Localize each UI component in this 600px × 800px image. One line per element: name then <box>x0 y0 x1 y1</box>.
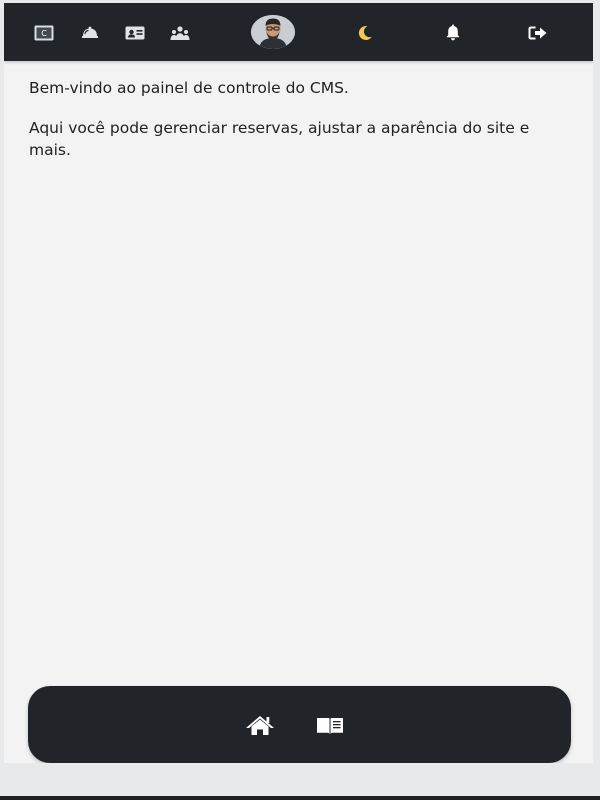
contact-card-icon[interactable] <box>125 24 145 42</box>
dark-mode-icon[interactable] <box>354 24 374 42</box>
description-text: Aqui você pode gerenciar reservas, ajust… <box>29 119 530 159</box>
bottom-navigation-bar <box>28 686 571 763</box>
bookings-icon[interactable] <box>80 24 100 42</box>
user-avatar[interactable] <box>251 15 295 49</box>
welcome-text: Bem-vindo ao painel de controle do CMS. <box>29 79 349 97</box>
notifications-icon[interactable] <box>443 24 463 42</box>
book-icon[interactable] <box>314 714 346 736</box>
app-window: C Bem-vindo ao painel de controle do CMS… <box>4 3 593 763</box>
logout-icon[interactable] <box>528 24 548 42</box>
users-icon[interactable] <box>170 24 190 42</box>
cms-icon-text: C <box>41 29 47 38</box>
window-bottom-edge <box>0 796 600 800</box>
top-navigation-bar: C <box>4 3 593 61</box>
main-content: Bem-vindo ao painel de controle do CMS. … <box>29 77 569 179</box>
home-icon[interactable] <box>244 714 276 736</box>
cms-icon[interactable]: C <box>34 24 54 42</box>
